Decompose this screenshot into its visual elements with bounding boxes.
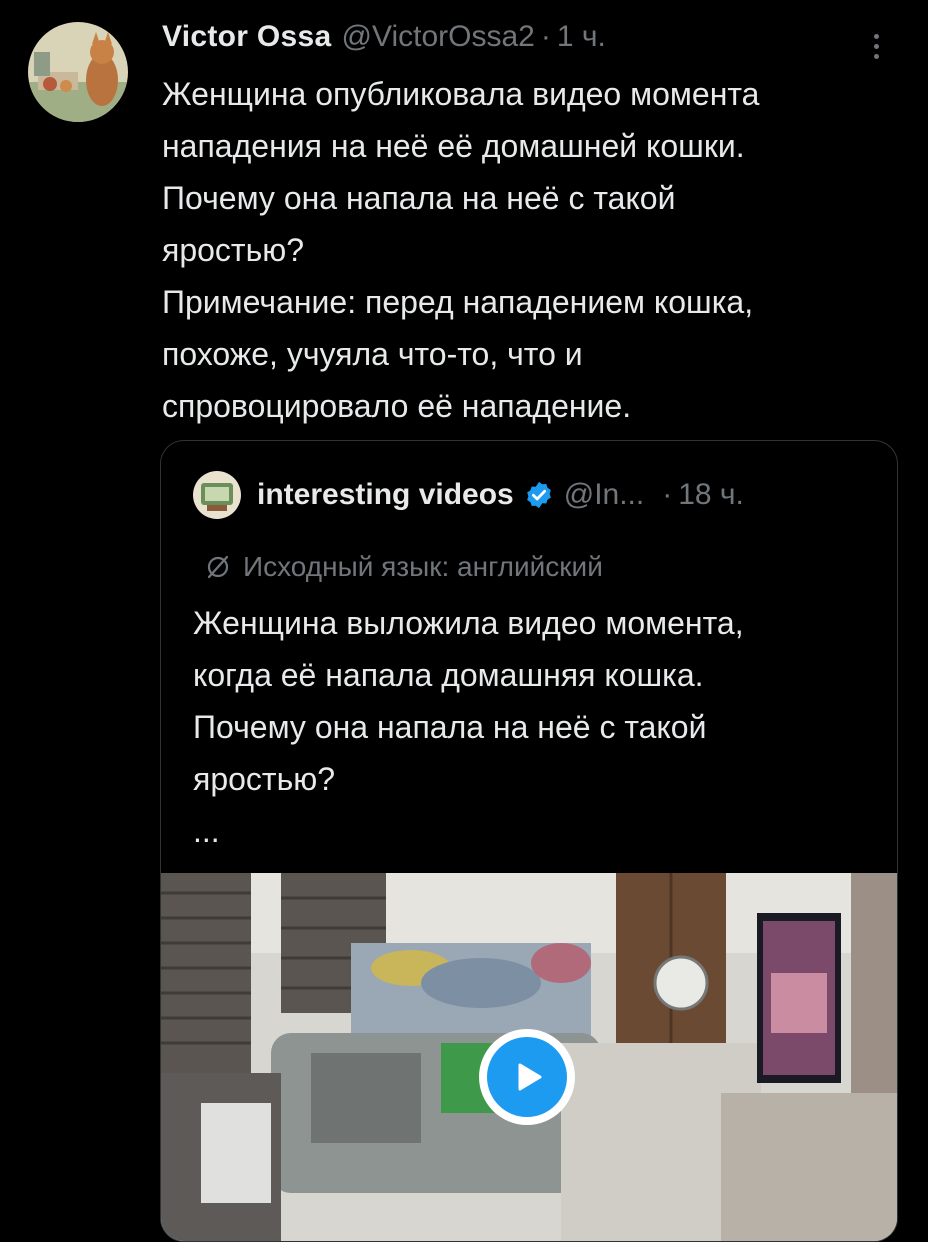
author-handle[interactable]: @VictorOssa2 (342, 20, 535, 54)
play-icon (487, 1037, 567, 1117)
quoted-author-avatar[interactable] (193, 471, 241, 519)
tweet-text-line: Почему она напала на неё с такой (162, 180, 676, 216)
quoted-text-line: яростью? (193, 761, 336, 797)
tweet-text-line: нападения на неё её домашней кошки. (162, 128, 745, 164)
tweet-text-line: похоже, учуяла что-то, что и (162, 336, 583, 372)
play-button[interactable] (479, 1029, 575, 1125)
quoted-text-line: когда её напала домашняя кошка. (193, 657, 704, 693)
quoted-tweet-text: Женщина выложила видео момента, когда её… (193, 597, 873, 857)
translate-icon (207, 555, 229, 579)
verified-badge-icon (526, 481, 551, 509)
quoted-text-line: Почему она напала на неё с такой (193, 709, 707, 745)
header-separator: · (540, 20, 551, 53)
tweet-text-line: спровоцировало её нападение. (162, 388, 632, 424)
tweet-text-line: Примечание: перед нападением кошка, (162, 284, 754, 320)
quoted-tweet-timestamp[interactable]: 18 ч. (678, 478, 744, 512)
quoted-header-separator: · (662, 478, 673, 511)
quoted-tweet-card[interactable]: interesting videos @In... · 18 ч. Исходн… (160, 440, 898, 1242)
more-options-icon[interactable] (862, 26, 890, 66)
author-name[interactable]: Victor Ossa (162, 20, 332, 54)
quoted-text-ellipsis[interactable]: ... (193, 805, 873, 857)
tweet-text-line: яростью? (162, 232, 305, 268)
quoted-tweet-header: interesting videos @In... · 18 ч. (193, 471, 744, 519)
author-avatar[interactable] (28, 22, 128, 122)
quoted-author-name[interactable]: interesting videos (257, 478, 514, 512)
tweet-text: Женщина опубликовала видео момента напад… (162, 68, 902, 432)
avatar-illustration (28, 22, 128, 122)
tweet-timestamp[interactable]: 1 ч. (557, 20, 606, 54)
quoted-text-line: Женщина выложила видео момента, (193, 605, 744, 641)
translation-note[interactable]: Исходный язык: английский (205, 547, 603, 587)
tweet-header: Victor Ossa @VictorOssa2 · 1 ч. (162, 20, 606, 62)
translation-note-label: Исходный язык: английский (243, 551, 603, 582)
tweet-text-line: Женщина опубликовала видео момента (162, 76, 760, 112)
quoted-author-handle[interactable]: @In... (564, 478, 644, 512)
quoted-avatar-illustration (193, 471, 241, 519)
video-thumbnail[interactable] (161, 873, 897, 1241)
